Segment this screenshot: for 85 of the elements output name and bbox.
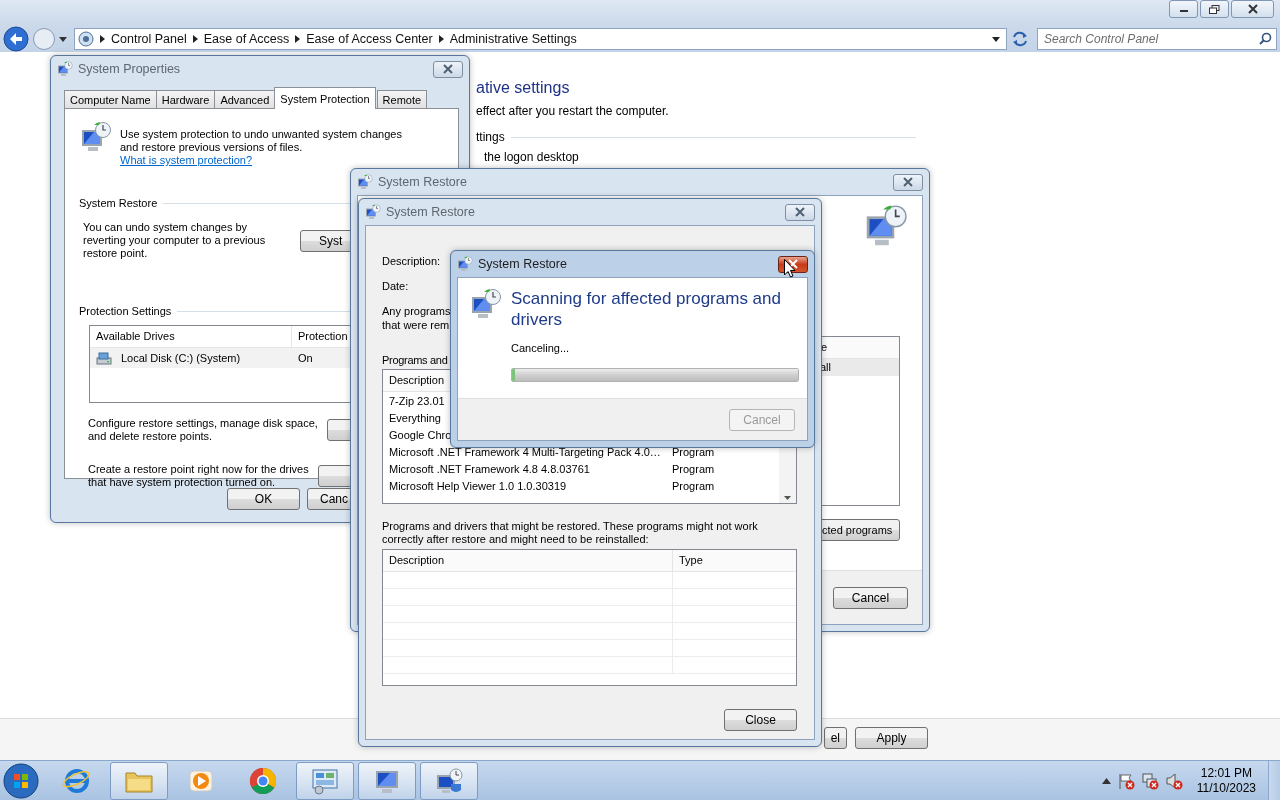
monitor-clock-icon xyxy=(80,121,112,153)
close-icon xyxy=(1246,4,1259,14)
info-text: effect after you restart the computer. xyxy=(476,104,669,118)
column-header: Available Drives xyxy=(90,326,292,347)
refresh-button[interactable] xyxy=(1010,29,1030,49)
taskbar-button[interactable] xyxy=(420,761,478,800)
monitor-clock-icon xyxy=(434,765,464,796)
back-button[interactable] xyxy=(3,26,29,52)
chevron-right-icon xyxy=(295,35,301,43)
intro-text: Use system protection to undo unwanted system changes and restore previous versions of files. What is system protection? xyxy=(120,128,403,167)
clock-date: 11/10/2023 xyxy=(1196,780,1256,796)
close-button[interactable] xyxy=(1231,0,1274,18)
close-icon xyxy=(902,177,914,187)
monitor-clock-icon xyxy=(365,204,381,220)
minimize-button[interactable] xyxy=(1169,0,1198,18)
chevron-right-icon xyxy=(100,35,105,43)
table-cell-text: Microsoft .NET Framework 4.8 4.8.03761 xyxy=(388,462,591,475)
chevron-right-icon xyxy=(438,35,444,43)
clock-time: 12:01 PM xyxy=(1200,765,1253,781)
section-label: Programs and xyxy=(382,354,448,366)
status-text: Canceling... xyxy=(511,342,570,354)
address-bar[interactable]: Control Panel Ease of Access Ease of Access Center Administrative Settings xyxy=(74,28,1007,50)
caret-icon xyxy=(59,36,67,42)
close-icon xyxy=(442,64,454,74)
close-icon xyxy=(794,207,806,217)
monitor-clock-icon xyxy=(457,256,473,272)
caret-up-icon[interactable] xyxy=(1101,777,1111,784)
description-text: You can undo system changes by reverting your computer to a previous restore point. xyxy=(83,221,267,260)
page-heading: ative settings xyxy=(476,78,570,98)
taskbar-button[interactable] xyxy=(296,761,354,800)
table-cell-text: Program xyxy=(671,479,716,492)
info-text: Programs and drivers that might be restored. These programs might not work correctly after restore and might need to be reinstalled: xyxy=(382,520,759,546)
table-cell-text: Microsoft .NET Framework 4 Multi-Targeting Pack 4.0… xyxy=(388,445,662,458)
monitor-clock-icon xyxy=(864,204,908,248)
column-header: Type xyxy=(673,550,796,571)
scroll-down-arrow-icon xyxy=(784,496,791,500)
search-icon xyxy=(1259,32,1272,45)
option-label: the logon desktop xyxy=(483,150,579,164)
history-dropdown[interactable] xyxy=(59,36,67,42)
restore-down-button[interactable] xyxy=(1200,0,1229,18)
network-icon[interactable] xyxy=(1140,771,1159,790)
push-button[interactable]: Apply xyxy=(855,726,928,749)
refresh-icon xyxy=(1010,29,1030,49)
dialog-heading: Scanning for affected programs and drivers xyxy=(511,288,782,330)
breadcrumb-link[interactable]: Control Panel xyxy=(111,32,187,46)
breadcrumb-link[interactable]: Administrative Settings xyxy=(449,32,577,46)
drive-icon xyxy=(96,350,112,366)
start-orb-icon xyxy=(2,761,40,800)
section-heading: ttings xyxy=(476,130,505,144)
table-cell-text: Local Disk (C:) (System) xyxy=(120,352,241,364)
group-heading: Protection Settings xyxy=(79,305,172,317)
help-link[interactable]: What is system protection? xyxy=(120,154,253,166)
breadcrumb-link[interactable]: Ease of Access xyxy=(203,32,290,46)
table-cell-text: Program xyxy=(671,445,716,458)
column-header: Description xyxy=(383,550,673,571)
group-heading: System Restore xyxy=(79,197,158,209)
taskbar-button[interactable] xyxy=(358,761,416,800)
table-cell-text: 7-Zip 23.01 xyxy=(388,394,446,407)
flag-icon[interactable] xyxy=(1116,771,1135,790)
monitor-clock-icon xyxy=(470,288,502,320)
chrome-icon xyxy=(248,765,278,796)
table-cell-text: Microsoft Help Viewer 1.0 1.0.30319 xyxy=(388,479,568,492)
close-icon xyxy=(787,259,799,269)
window-title: System Properties xyxy=(78,62,181,76)
speaker-icon[interactable] xyxy=(1164,771,1183,790)
push-button[interactable]: el xyxy=(823,726,847,749)
monitor-clock-icon xyxy=(57,61,73,77)
table-cell-text: Program xyxy=(671,462,716,475)
description-text: Create a restore point right now for the drives that have system protection turned on. xyxy=(88,463,310,489)
cancel-button[interactable]: Cancel xyxy=(833,586,908,609)
breadcrumb-link[interactable]: Ease of Access Center xyxy=(306,32,433,46)
start-button[interactable] xyxy=(2,761,40,800)
description-text: Configure restore settings, manage disk space, and delete restore points. xyxy=(88,417,319,443)
dropdown-caret-icon xyxy=(992,36,1000,42)
window-title: System Restore xyxy=(478,257,567,271)
window-title: System Restore xyxy=(386,205,475,219)
chevron-right-icon xyxy=(192,35,198,43)
forward-circle-icon xyxy=(32,27,56,51)
table-cell-text: Everything xyxy=(388,411,442,424)
monitor-clock-icon xyxy=(357,174,373,190)
window-title: System Restore xyxy=(378,175,467,189)
restore-down-icon xyxy=(1209,4,1220,14)
field-label: Date: xyxy=(382,278,409,294)
search-field[interactable]: Search Control Panel xyxy=(1037,28,1277,50)
field-label: Description: xyxy=(382,253,441,269)
